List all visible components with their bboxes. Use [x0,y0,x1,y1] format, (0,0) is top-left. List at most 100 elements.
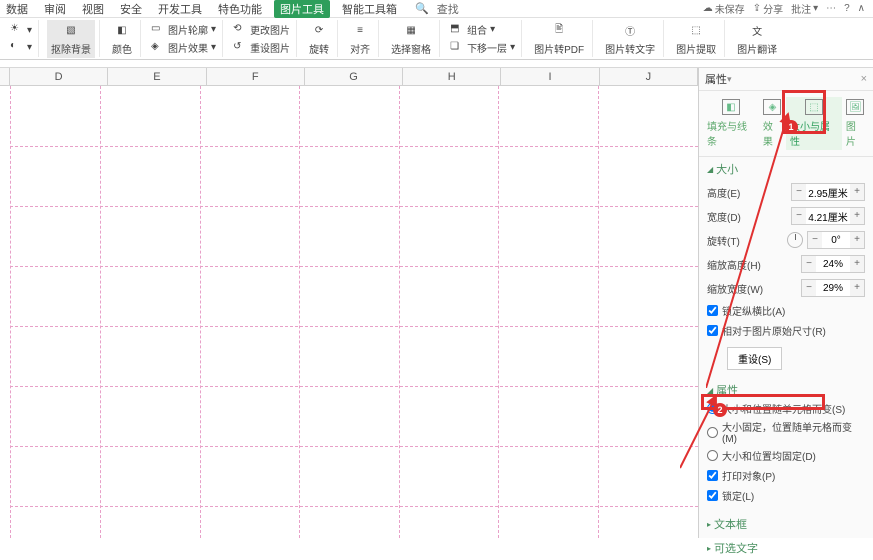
select-pane-button[interactable]: ▦选择窗格 [387,20,435,58]
remove-background-button[interactable]: ▧抠除背景 [47,20,95,58]
increment-button[interactable]: + [850,280,864,296]
panel-tab-fill[interactable]: ◧填充与线条 [703,97,759,150]
col-header[interactable]: J [600,68,698,85]
increment-button[interactable]: + [850,232,864,248]
rotate-button[interactable]: ⟳旋转 [305,20,333,58]
spreadsheet-area[interactable]: D E F G H I J [0,68,698,538]
help-icon[interactable]: ? [844,3,850,14]
section-alttext-title[interactable]: 可选文字 [707,540,865,556]
cell-grid[interactable] [0,86,698,538]
menu-tab-smart-toolbox[interactable]: 智能工具箱 [338,0,401,18]
ocr-icon: Ⓣ [621,22,639,40]
decrement-button[interactable]: − [802,280,816,296]
opt-move-only[interactable]: 大小固定，位置随单元格而变(M) [707,419,865,445]
extract-icon: ⬚ [687,22,705,40]
increment-button[interactable]: + [850,256,864,272]
pic-to-text-button[interactable]: Ⓣ图片转文字 [601,20,659,58]
pic-extract-button[interactable]: ⬚图片提取 [672,20,720,58]
share-button[interactable]: ⇪分享 [753,1,783,16]
close-icon[interactable]: × [861,73,867,85]
contrast-button[interactable]: ◐▾ [8,39,34,55]
col-header[interactable]: G [305,68,403,85]
rotate-input[interactable] [822,232,850,248]
pic-to-pdf-button[interactable]: 🖹图片转PDF [530,20,588,58]
col-header[interactable]: F [207,68,305,85]
menu-tab-security[interactable]: 安全 [116,0,146,18]
reset-size-button[interactable]: 重设(S) [727,347,782,370]
rotate-spinner[interactable]: −+ [807,231,865,249]
rotate-label: 旋转(T) [707,233,783,248]
scale-h-spinner[interactable]: −+ [801,255,865,273]
move-layer-button[interactable]: ❏下移一层 ▾ [448,39,517,56]
pane-icon: ▦ [402,22,420,40]
decrement-button[interactable]: − [792,184,806,200]
section-size-title[interactable]: 大小 [707,161,865,177]
locked-checkbox[interactable]: 锁定(L) [707,488,865,503]
menu-tab-picture-tools[interactable]: 图片工具 [274,0,330,18]
annotation-badge-2: 2 [713,403,727,417]
scale-w-spinner[interactable]: −+ [801,279,865,297]
height-label: 高度(E) [707,185,787,200]
scale-w-input[interactable] [816,280,850,296]
menu-tab-view[interactable]: 视图 [78,0,108,18]
pic-effect-button[interactable]: ◈图片效果 ▾ [149,39,218,56]
decrement-button[interactable]: − [802,256,816,272]
height-spinner[interactable]: −+ [791,183,865,201]
width-input[interactable] [806,208,850,224]
scale-h-label: 缩放高度(H) [707,257,797,272]
size-icon: ⬚ [805,99,823,115]
decrement-button[interactable]: − [792,208,806,224]
cloud-icon: ☁ [703,3,713,14]
combine-button[interactable]: ⬒组合 ▾ [448,21,517,38]
chevron-icon[interactable]: ∧ [858,3,865,14]
sun-icon: ☀ [10,23,24,37]
layer-icon: ❏ [450,41,464,55]
rotate-icon: ⟳ [310,22,328,40]
change-pic-button[interactable]: ⟲更改图片 [231,21,292,38]
col-header[interactable]: H [403,68,501,85]
unsaved-indicator[interactable]: ☁未保存 [703,1,745,16]
increment-button[interactable]: + [850,208,864,224]
relative-original-checkbox[interactable]: 相对于图片原始尺寸(R) [707,323,865,338]
reset-pic-button[interactable]: ↺重设图片 [231,39,292,56]
decrement-button[interactable]: − [808,232,822,248]
rotate-dial[interactable] [787,232,803,248]
search-icon[interactable]: 🔍 [415,2,429,15]
section-textbox-title[interactable]: 文本框 [707,516,865,532]
properties-panel: 属性▾ × ◧填充与线条 ◈效果 ⬚大小与属性 🖼图片 大小 高度(E) −+ … [698,68,873,538]
more-icon[interactable]: ⋯ [826,3,836,14]
section-props-title[interactable]: 属性 [707,382,865,398]
lock-ratio-checkbox[interactable]: 锁定纵横比(A) [707,303,865,318]
col-header[interactable]: I [501,68,599,85]
width-label: 宽度(D) [707,209,787,224]
opt-move-and-size[interactable]: 大小和位置随单元格而变(S) [707,401,865,416]
menu-tab-features[interactable]: 特色功能 [214,0,266,18]
col-header[interactable]: D [10,68,108,85]
formula-bar[interactable] [0,60,873,68]
increment-button[interactable]: + [850,184,864,200]
translate-icon: 文 [748,22,766,40]
col-header[interactable]: E [108,68,206,85]
select-all-corner[interactable] [0,68,10,85]
menu-tab-data[interactable]: 数据 [2,0,32,18]
brightness-button[interactable]: ☀▾ [8,22,34,38]
comment-button[interactable]: 批注 ▾ [791,1,818,16]
align-icon: ≡ [351,22,369,40]
align-button[interactable]: ≡对齐 [346,20,374,58]
width-spinner[interactable]: −+ [791,207,865,225]
outline-icon: ▭ [151,23,165,37]
panel-tab-effect[interactable]: ◈效果 [759,97,786,150]
color-button[interactable]: ◧颜色 [108,20,136,58]
outline-button[interactable]: ▭图片轮廓 ▾ [149,21,218,38]
scale-h-input[interactable] [816,256,850,272]
effect-tab-icon: ◈ [763,99,781,115]
height-input[interactable] [806,184,850,200]
menu-tab-devtools[interactable]: 开发工具 [154,0,206,18]
panel-tab-image[interactable]: 🖼图片 [842,97,869,150]
print-object-checkbox[interactable]: 打印对象(P) [707,468,865,483]
search-label[interactable]: 查找 [437,1,459,17]
menu-tab-review[interactable]: 审阅 [40,0,70,18]
pdf-icon: 🖹 [550,22,568,40]
pic-translate-button[interactable]: 文图片翻译 [733,20,781,58]
opt-fixed[interactable]: 大小和位置均固定(D) [707,448,865,463]
